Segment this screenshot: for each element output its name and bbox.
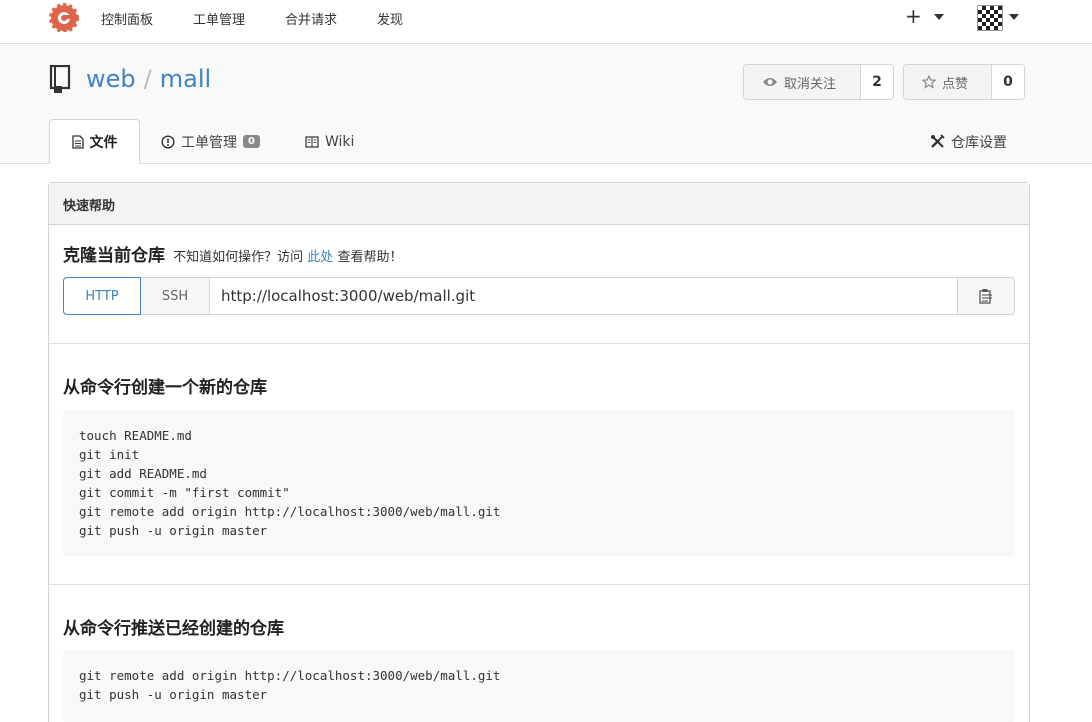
code-line: git remote add origin http://localhost:3…: [79, 668, 501, 683]
wiki-book-icon: [305, 135, 319, 148]
code-line: git push -u origin master: [79, 687, 268, 702]
tab-settings-label: 仓库设置: [951, 134, 1007, 151]
code-line: touch README.md: [79, 428, 192, 443]
tab-wiki-label: Wiki: [325, 133, 355, 150]
tab-wiki[interactable]: Wiki: [305, 119, 354, 164]
top-navbar: 控制面板 工单管理 合并请求 发现 +: [0, 0, 1092, 44]
new-repo-code-block: touch README.md git init git add README.…: [63, 410, 1015, 556]
watch-count[interactable]: 2: [861, 65, 893, 99]
gitea-logo-icon[interactable]: [49, 2, 79, 32]
ssh-button[interactable]: SSH: [141, 278, 210, 314]
code-line: git remote add origin http://localhost:3…: [79, 504, 501, 519]
star-button[interactable]: 点赞: [904, 65, 992, 99]
nav-explore[interactable]: 发现: [377, 9, 403, 28]
code-line: git add README.md: [79, 466, 207, 481]
clone-heading-row: 克隆当前仓库 不知道如何操作？访问 此处 查看帮助！: [63, 241, 402, 266]
nav-pull-requests[interactable]: 合并请求: [285, 9, 337, 28]
new-repo-title: 从命令行创建一个新的仓库: [63, 378, 267, 398]
repo-header: web / mall 取消关注 2 点赞 0 文件 工单管理 0 Wiki 仓库…: [0, 45, 1092, 164]
repo-book-icon: [49, 65, 71, 93]
star-label: 点赞: [942, 76, 969, 92]
tab-files-label: 文件: [89, 134, 118, 151]
unwatch-button-group: 取消关注 2: [743, 64, 894, 100]
code-line: git init: [79, 447, 140, 462]
nav-dashboard[interactable]: 控制面板: [101, 9, 153, 28]
repo-owner-link[interactable]: web: [86, 65, 136, 93]
code-line: git push -u origin master: [79, 523, 268, 538]
tab-files[interactable]: 文件: [49, 119, 140, 164]
star-icon: [922, 75, 936, 89]
file-text-icon: [71, 134, 84, 149]
http-button[interactable]: HTTP: [63, 277, 141, 315]
avatar[interactable]: [977, 5, 1003, 31]
clone-url-input[interactable]: http://localhost:3000/web/mall.git: [210, 278, 958, 314]
star-count[interactable]: 0: [992, 65, 1024, 99]
clone-url-bar: HTTP SSH http://localhost:3000/web/mall.…: [63, 277, 1015, 315]
code-line: git commit -m "first commit": [79, 485, 290, 500]
caret-down-icon[interactable]: [1009, 14, 1019, 20]
divider: [49, 584, 1029, 585]
existing-repo-title: 从命令行推送已经创建的仓库: [63, 619, 284, 639]
unwatch-label: 取消关注: [784, 76, 837, 92]
unwatch-button[interactable]: 取消关注: [744, 65, 861, 99]
clone-hint: 不知道如何操作？访问 此处 查看帮助！: [173, 250, 402, 265]
repo-name-link[interactable]: mall: [160, 65, 211, 93]
clone-hint-suffix: 查看帮助！: [337, 250, 403, 265]
clipboard-icon: [979, 289, 992, 304]
quick-help-header: 快速帮助: [49, 183, 1029, 225]
issues-count-badge: 0: [243, 135, 260, 148]
nav-issues[interactable]: 工单管理: [193, 9, 245, 28]
divider: [49, 343, 1029, 344]
repo-title: web / mall: [86, 65, 211, 93]
copy-url-button[interactable]: [958, 278, 1014, 314]
clone-title: 克隆当前仓库: [63, 246, 165, 266]
tools-icon: [931, 134, 945, 148]
quick-help-panel: 快速帮助 克隆当前仓库 不知道如何操作？访问 此处 查看帮助！ HTTP SSH…: [48, 182, 1030, 722]
tab-issues[interactable]: 工单管理 0: [161, 119, 260, 164]
existing-repo-code-block: git remote add origin http://localhost:3…: [63, 650, 1015, 722]
repo-title-separator: /: [143, 65, 152, 93]
help-link[interactable]: 此处: [307, 250, 333, 265]
eye-icon: [763, 78, 777, 86]
star-button-group: 点赞 0: [903, 64, 1025, 100]
clone-hint-prefix: 不知道如何操作？访问: [173, 250, 304, 265]
caret-down-icon[interactable]: [934, 14, 944, 20]
issue-circle-icon: [161, 134, 175, 149]
plus-icon[interactable]: +: [905, 4, 922, 28]
tab-issues-label: 工单管理: [181, 134, 237, 151]
tab-settings[interactable]: 仓库设置: [930, 119, 1007, 164]
